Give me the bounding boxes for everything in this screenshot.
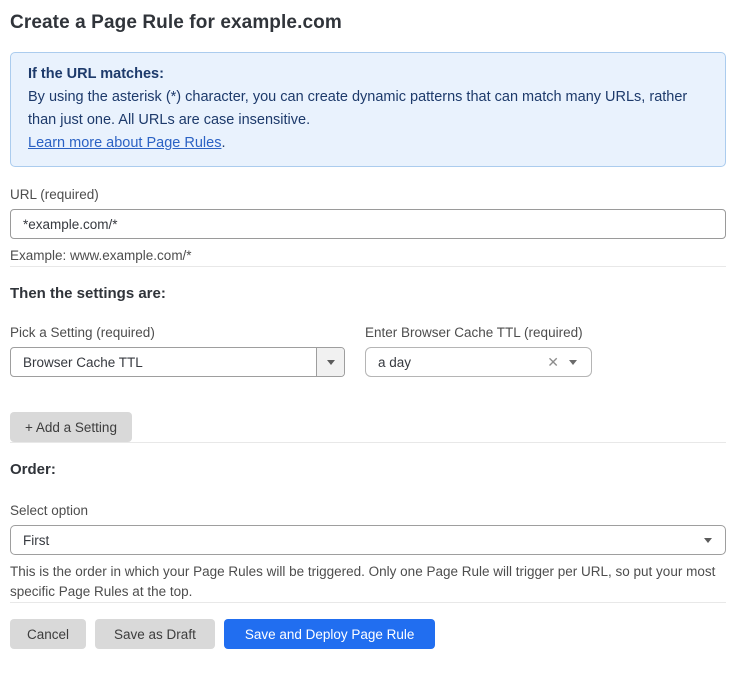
url-example-helper: Example: www.example.com/* <box>10 246 726 266</box>
clear-icon[interactable]: ✕ <box>541 355 569 369</box>
learn-more-link[interactable]: Learn more about Page Rules <box>28 135 221 151</box>
setting-select-value: Browser Cache TTL <box>11 355 316 370</box>
chevron-down-icon <box>704 538 712 543</box>
setting-picker-label: Pick a Setting (required) <box>10 325 345 340</box>
save-and-deploy-button[interactable]: Save and Deploy Page Rule <box>224 619 436 649</box>
setting-select[interactable]: Browser Cache TTL <box>10 347 345 377</box>
ttl-select[interactable]: a day ✕ <box>365 347 592 377</box>
info-box-body: By using the asterisk (*) character, you… <box>28 86 708 132</box>
order-select[interactable]: First <box>10 525 726 555</box>
info-box-heading: If the URL matches: <box>28 63 708 86</box>
order-helper-text: This is the order in which your Page Rul… <box>10 562 726 602</box>
url-match-info-box: If the URL matches: By using the asteris… <box>10 52 726 167</box>
info-box-link-row: Learn more about Page Rules. <box>28 132 708 155</box>
create-page-rule-form: Create a Page Rule for example.com If th… <box>0 0 736 659</box>
footer-divider <box>10 602 726 603</box>
chevron-down-icon[interactable] <box>316 348 344 376</box>
section-divider <box>10 442 726 443</box>
save-as-draft-button[interactable]: Save as Draft <box>95 619 215 649</box>
page-title: Create a Page Rule for example.com <box>10 12 726 34</box>
url-label: URL (required) <box>10 187 726 202</box>
settings-section-heading: Then the settings are: <box>10 285 726 302</box>
order-select-value: First <box>11 533 704 548</box>
order-section-heading: Order: <box>10 461 726 478</box>
link-suffix: . <box>221 135 225 151</box>
url-input[interactable] <box>10 209 726 239</box>
ttl-select-value: a day <box>366 355 541 370</box>
ttl-picker-label: Enter Browser Cache TTL (required) <box>365 325 592 340</box>
url-field-group: URL (required) Example: www.example.com/… <box>10 187 726 266</box>
setting-picker-group: Pick a Setting (required) Browser Cache … <box>10 325 345 377</box>
section-divider <box>10 266 726 267</box>
ttl-picker-group: Enter Browser Cache TTL (required) a day… <box>365 325 592 377</box>
cancel-button[interactable]: Cancel <box>10 619 86 649</box>
settings-row: Pick a Setting (required) Browser Cache … <box>10 325 726 377</box>
order-select-label: Select option <box>10 503 726 518</box>
footer-actions: Cancel Save as Draft Save and Deploy Pag… <box>10 619 726 649</box>
add-setting-button[interactable]: + Add a Setting <box>10 412 132 442</box>
chevron-down-icon <box>569 360 577 365</box>
